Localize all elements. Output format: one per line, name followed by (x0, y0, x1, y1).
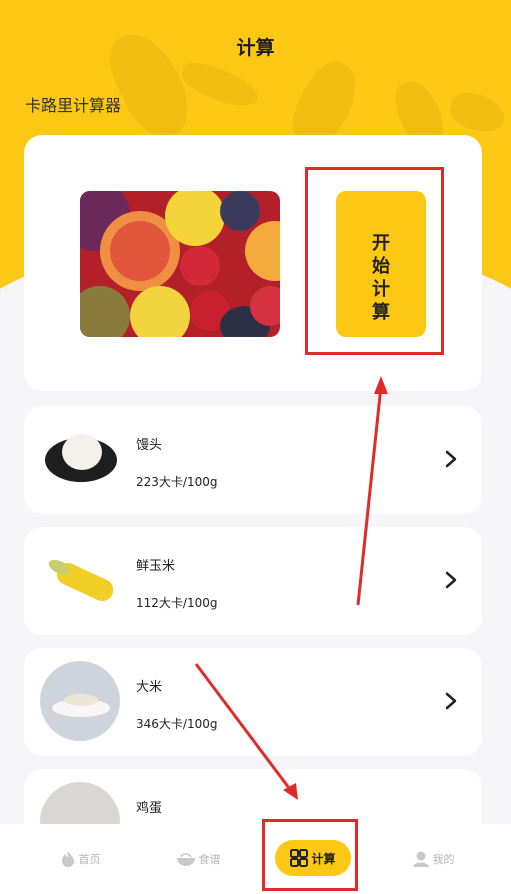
flame-icon (61, 851, 74, 867)
food-item[interactable]: 鲜玉米 112大卡/100g (24, 527, 482, 635)
chevron-right-icon (445, 450, 457, 468)
tab-home[interactable]: 首页 (50, 844, 110, 874)
tab-mine[interactable]: 我的 (408, 844, 458, 874)
chevron-right-icon (445, 571, 457, 589)
tab-recipes[interactable]: 食谱 (168, 844, 228, 874)
food-item[interactable]: 馒头 223大卡/100g (24, 406, 482, 514)
food-item[interactable]: 大米 346大卡/100g (24, 648, 482, 756)
food-calories: 112大卡/100g (136, 596, 218, 610)
food-image (40, 543, 120, 619)
highlight-box (305, 167, 444, 355)
chevron-right-icon (445, 692, 457, 710)
bowl-icon (176, 853, 195, 866)
tab-recipes-label: 食谱 (198, 853, 221, 866)
page-title: 计算 (236, 37, 275, 59)
food-name: 鲜玉米 (136, 559, 176, 574)
food-calories: 223大卡/100g (136, 475, 218, 489)
food-name: 大米 (136, 680, 163, 695)
food-image (40, 661, 120, 741)
tab-bar: 首页 食谱 计算 我的 (0, 819, 511, 894)
calculator-card: 开始计算 (24, 135, 482, 391)
tab-home-label: 首页 (78, 853, 101, 866)
food-calories: 346大卡/100g (136, 717, 218, 731)
food-name: 馒头 (136, 438, 163, 453)
fruit-image (80, 191, 280, 337)
food-name: 鸡蛋 (136, 801, 163, 816)
page-subtitle: 卡路里计算器 (25, 96, 122, 115)
food-image (40, 422, 120, 498)
highlight-box (262, 819, 358, 891)
user-icon (412, 851, 429, 867)
tab-mine-label: 我的 (432, 853, 455, 866)
